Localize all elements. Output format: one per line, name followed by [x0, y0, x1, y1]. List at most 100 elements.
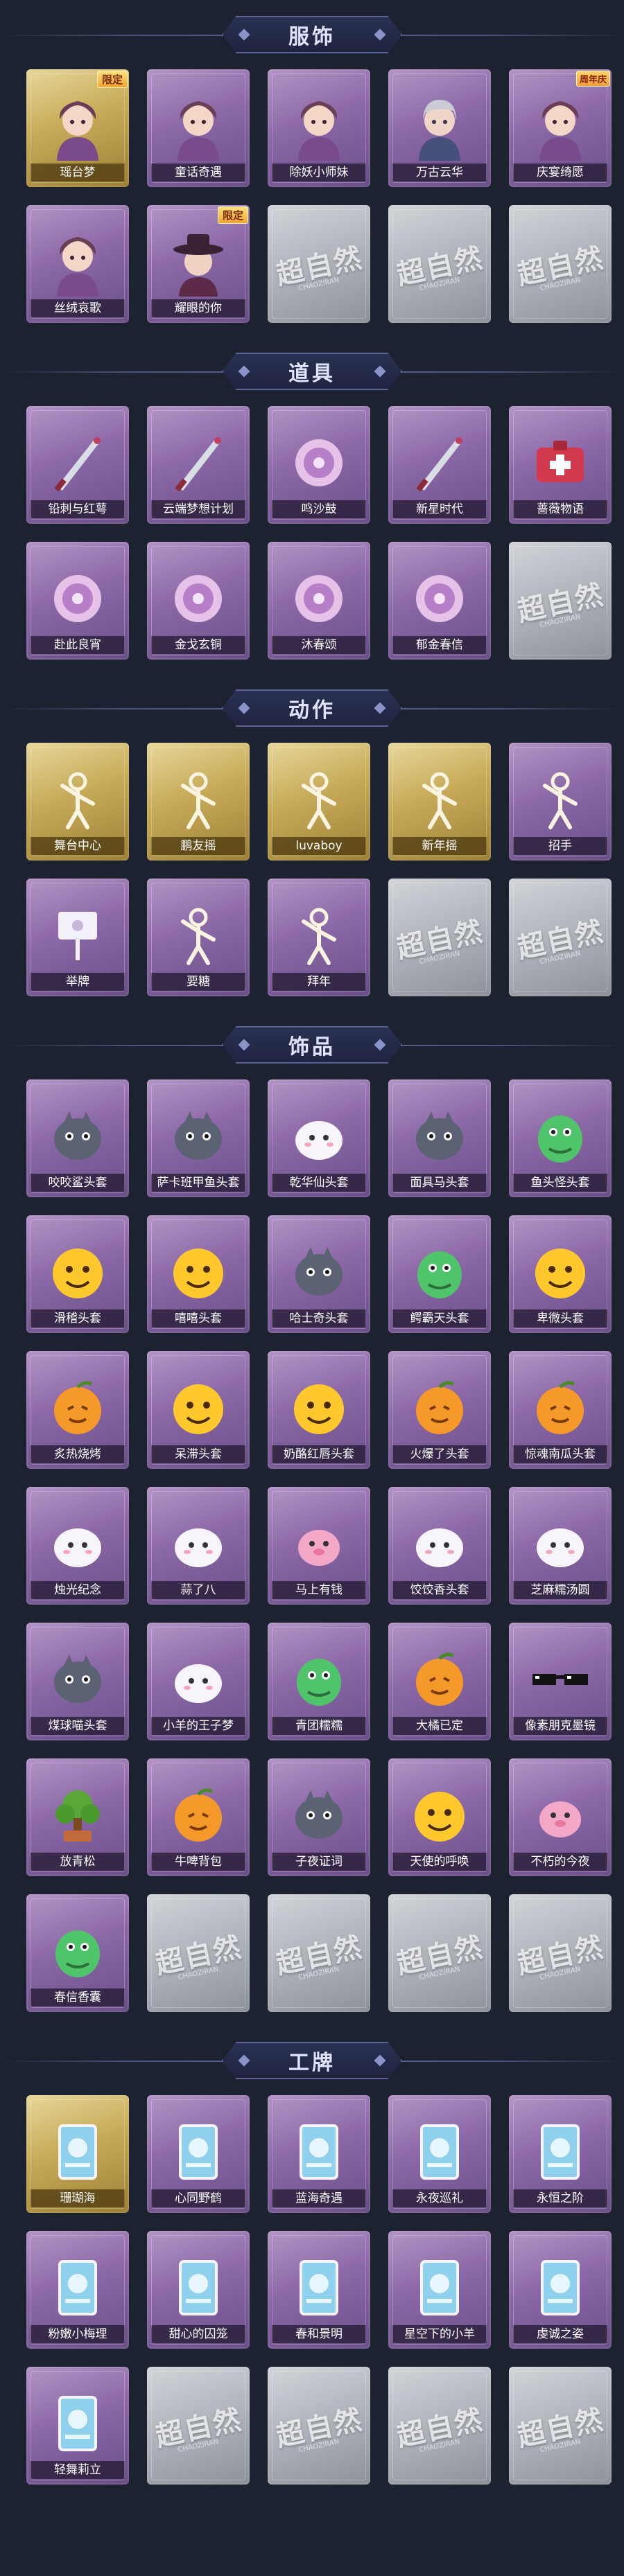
item-card[interactable]: 子夜证词	[268, 1758, 370, 1876]
item-card[interactable]: 奶酪红唇头套	[268, 1351, 370, 1469]
item-card[interactable]: 珊瑚海	[26, 2095, 129, 2213]
item-card[interactable]: 火爆了头套	[388, 1351, 491, 1469]
item-card[interactable]: 郁金春信	[388, 542, 491, 660]
item-card[interactable]: 马上有钱	[268, 1487, 370, 1605]
item-label: 永夜巡礼	[392, 2189, 487, 2207]
item-card[interactable]: 粉嫩小梅理	[26, 2231, 129, 2349]
empty-slot-card: 超自然 CHAOZIRAN	[388, 2367, 491, 2485]
item-card[interactable]: 要糖	[147, 879, 250, 996]
item-card[interactable]: 铅刺与红萼	[26, 406, 129, 524]
item-card[interactable]: 永夜巡礼	[388, 2095, 491, 2213]
item-card[interactable]: luvaboy	[268, 743, 370, 861]
lady-portrait-icon	[526, 91, 595, 161]
item-card[interactable]: 芝麻糯汤圆	[509, 1487, 612, 1605]
section-title: 动作	[288, 698, 336, 723]
item-card[interactable]: 心同野鹤	[147, 2095, 250, 2213]
bun-icon	[284, 1645, 354, 1714]
item-card[interactable]: 金戈玄铜	[147, 542, 250, 660]
flame-icon	[405, 1373, 474, 1443]
item-card[interactable]: 炙热烧烤	[26, 1351, 129, 1469]
item-card[interactable]: 鸣沙鼓	[268, 406, 370, 524]
item-card[interactable]: 面具马头套	[388, 1079, 491, 1197]
item-grid: 珊瑚海 心同野鹤 蓝海奇遇 永夜巡礼 永恒之阶粉嫩小梅理 甜心的囚笼 春和景明 星空下的小羊 虔…	[0, 2095, 624, 2485]
item-card[interactable]: 永恒之阶	[509, 2095, 612, 2213]
item-card[interactable]: 轻舞莉立	[26, 2367, 129, 2485]
item-card[interactable]: 天使的呼唤	[388, 1758, 491, 1876]
item-card[interactable]: 萨卡班甲鱼头套	[147, 1079, 250, 1197]
item-card[interactable]: 大橘已定	[388, 1623, 491, 1740]
item-card[interactable]: 万古云华	[388, 69, 491, 187]
empty-slot-card: 超自然 CHAOZIRAN	[509, 2367, 612, 2485]
item-card[interactable]: 蓝海奇遇	[268, 2095, 370, 2213]
item-card[interactable]: 青团糯糯	[268, 1623, 370, 1740]
lady-portrait-icon	[43, 91, 112, 161]
item-card[interactable]: 烛光纪念	[26, 1487, 129, 1605]
sheep-icon	[164, 1645, 233, 1714]
item-card[interactable]: 新星时代	[388, 406, 491, 524]
item-card[interactable]: 蒜了八	[147, 1487, 250, 1605]
item-card[interactable]: 星空下的小羊	[388, 2231, 491, 2349]
badge-card-icon	[43, 2117, 112, 2187]
item-card[interactable]: 鳄霸天头套	[388, 1215, 491, 1333]
toast-icon	[43, 1373, 112, 1443]
item-card[interactable]: 煤球喵头套	[26, 1623, 129, 1740]
item-card[interactable]: 限定 瑶台梦	[26, 69, 129, 187]
item-label: 蔷薇物语	[513, 500, 607, 518]
item-label: 蒜了八	[151, 1581, 245, 1599]
medkit-icon	[526, 428, 595, 497]
section-title: 服饰	[288, 25, 336, 49]
item-card[interactable]: 牛啤背包	[147, 1758, 250, 1876]
item-card[interactable]: 丝绒哀歌	[26, 205, 129, 323]
item-card[interactable]: 滑稽头套	[26, 1215, 129, 1333]
item-card[interactable]: 沐春颂	[268, 542, 370, 660]
empty-slot-card: 超自然 CHAOZIRAN	[147, 2367, 250, 2485]
item-card[interactable]: 鱼头怪头套	[509, 1079, 612, 1197]
item-card[interactable]: 招手	[509, 743, 612, 861]
item-label: 蓝海奇遇	[272, 2189, 366, 2207]
item-card[interactable]: 舞台中心	[26, 743, 129, 861]
item-card[interactable]: 放青松	[26, 1758, 129, 1876]
item-card[interactable]: 呆滞头套	[147, 1351, 250, 1469]
item-card[interactable]: 举牌	[26, 879, 129, 996]
item-label: 煤球喵头套	[31, 1717, 125, 1735]
sign-icon	[43, 901, 112, 970]
item-card[interactable]: 咬咬鲨头套	[26, 1079, 129, 1197]
bonsai-icon	[43, 1781, 112, 1850]
item-card[interactable]: 卑微头套	[509, 1215, 612, 1333]
section-header: 道具	[0, 337, 624, 406]
item-card[interactable]: 甜心的囚笼	[147, 2231, 250, 2349]
item-label: 童话奇遇	[151, 164, 245, 182]
item-card[interactable]: 惊魂南瓜头套	[509, 1351, 612, 1469]
item-card[interactable]: 新年摇	[388, 743, 491, 861]
item-card[interactable]: 赴此良宵	[26, 542, 129, 660]
croc-icon	[405, 1237, 474, 1307]
item-card[interactable]: 乾华仙头套	[268, 1079, 370, 1197]
item-card[interactable]: 鹏友摇	[147, 743, 250, 861]
item-card[interactable]: 哈士奇头套	[268, 1215, 370, 1333]
item-card[interactable]: 童话奇遇	[147, 69, 250, 187]
item-label: 要糖	[151, 973, 245, 991]
item-card[interactable]: 云端梦想计划	[147, 406, 250, 524]
item-card[interactable]: 不朽的今夜	[509, 1758, 612, 1876]
section-header: 工牌	[0, 2026, 624, 2095]
item-card[interactable]: 春信香囊	[26, 1894, 129, 2012]
item-card[interactable]: 蔷薇物语	[509, 406, 612, 524]
item-card[interactable]: 像素朋克墨镜	[509, 1623, 612, 1740]
item-grid: 舞台中心 鹏友摇 luvaboy 新年摇 招手 举牌 要糖 拜年 超自然 CHAOZIRAN 超自然…	[0, 743, 624, 996]
item-card[interactable]: 拜年	[268, 879, 370, 996]
item-card[interactable]: 小羊的王子梦	[147, 1623, 250, 1740]
item-card[interactable]: 除妖小师妹	[268, 69, 370, 187]
item-card[interactable]: 虔诚之姿	[509, 2231, 612, 2349]
item-label: 郁金春信	[392, 636, 487, 654]
item-card[interactable]: 饺饺香头套	[388, 1487, 491, 1605]
pose-icon	[164, 901, 233, 970]
item-card[interactable]: 周年庆 庆宴绮愿	[509, 69, 612, 187]
item-card[interactable]: 嘻嘻头套	[147, 1215, 250, 1333]
item-card[interactable]: 限定 耀眼的你	[147, 205, 250, 323]
item-card[interactable]: 春和景明	[268, 2231, 370, 2349]
badge-card-icon	[43, 2389, 112, 2458]
item-label: 饺饺香头套	[392, 1581, 487, 1599]
